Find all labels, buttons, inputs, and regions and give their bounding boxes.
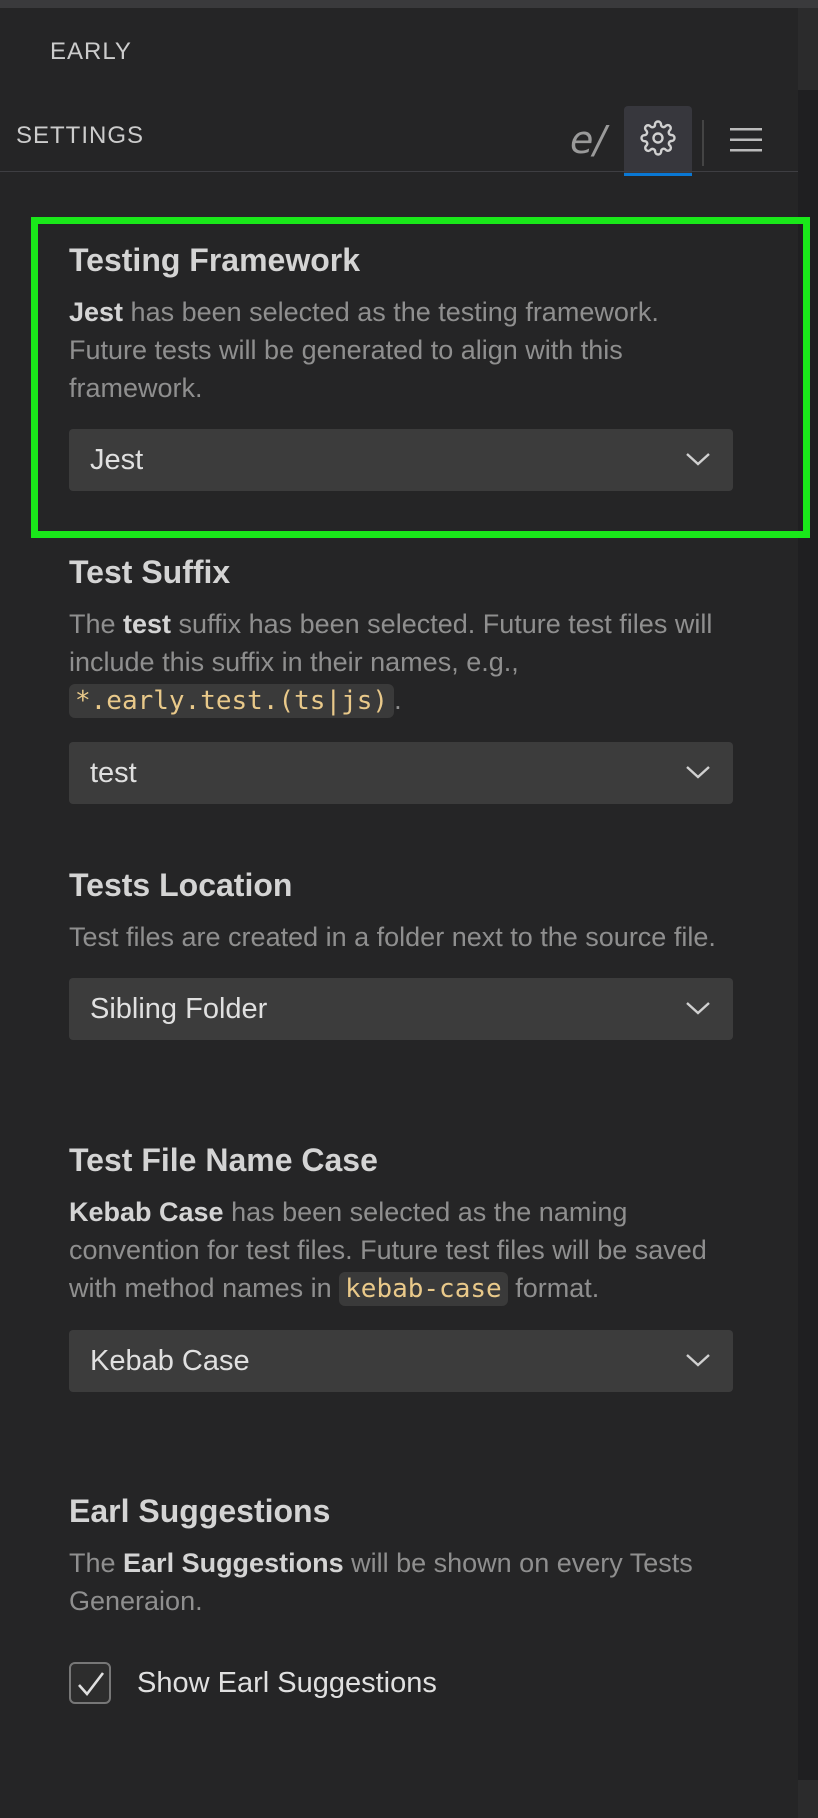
chevron-down-icon: [686, 1354, 710, 1367]
chevron-down-icon: [686, 766, 710, 779]
test-file-name-case-select[interactable]: Kebab Case: [69, 1330, 733, 1392]
code-snippet: *.early.test.(ts|js): [69, 684, 395, 718]
checkmark-icon: [78, 1672, 105, 1697]
show-earl-suggestions-checkbox[interactable]: [69, 1662, 111, 1704]
earl-suggestions-checkbox-row[interactable]: Show Earl Suggestions: [69, 1661, 437, 1705]
checkbox-label[interactable]: Show Earl Suggestions: [137, 1667, 437, 1700]
tests-location-select[interactable]: Sibling Folder: [69, 978, 733, 1040]
section-description: The test suffix has been selected. Futur…: [69, 609, 713, 718]
select-value: test: [90, 757, 137, 789]
section-description: Kebab Case has been selected as the nami…: [69, 1197, 707, 1306]
section-title: Test File Name Case: [69, 1142, 378, 1178]
section-title: Earl Suggestions: [69, 1493, 331, 1529]
menu-icon[interactable]: [730, 126, 762, 154]
app-title: EARLY: [50, 38, 132, 65]
test-suffix-section: Test Suffix The test suffix has been sel…: [69, 553, 733, 804]
active-tab-underline: [624, 173, 692, 176]
toolbar-separator: [702, 120, 704, 166]
panel-title: SETTINGS: [16, 122, 145, 149]
section-description: The Earl Suggestions will be shown on ev…: [69, 1548, 693, 1616]
tests-location-section: Tests Location Test files are created in…: [69, 866, 733, 1040]
header-divider: [0, 171, 798, 172]
highlight-box: [31, 217, 810, 538]
earl-suggestions-section: Earl Suggestions The Earl Suggestions wi…: [69, 1492, 733, 1620]
gear-icon: [640, 120, 676, 156]
test-suffix-select[interactable]: test: [69, 742, 733, 804]
select-value: Sibling Folder: [90, 993, 268, 1025]
settings-tab[interactable]: [624, 106, 692, 176]
section-title: Tests Location: [69, 867, 293, 903]
top-strip: [0, 0, 818, 8]
chevron-down-icon: [686, 1002, 710, 1015]
select-value: Kebab Case: [90, 1345, 250, 1377]
test-file-name-case-section: Test File Name Case Kebab Case has been …: [69, 1141, 733, 1392]
early-logo[interactable]: e/: [570, 118, 606, 162]
section-title: Test Suffix: [69, 554, 231, 590]
code-snippet: kebab-case: [339, 1272, 508, 1306]
section-description: Test files are created in a folder next …: [69, 922, 716, 952]
